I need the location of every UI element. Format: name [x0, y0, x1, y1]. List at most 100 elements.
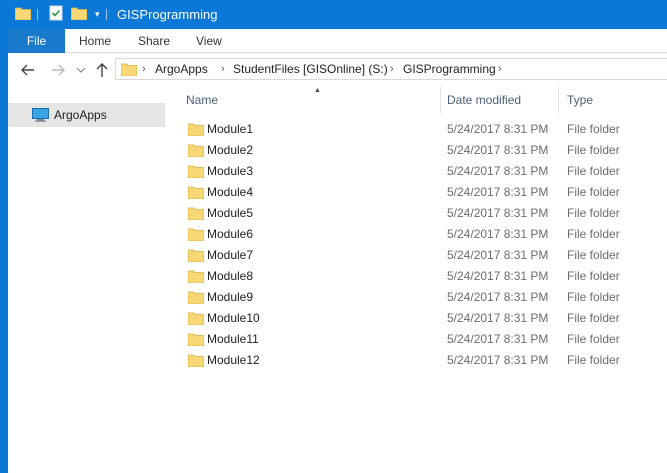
quick-access-separator: [37, 9, 38, 20]
folder-icon: [188, 186, 204, 199]
breadcrumb-chevron-icon[interactable]: ›: [390, 59, 394, 79]
file-date-modified: 5/24/2017 8:31 PM: [447, 248, 549, 262]
file-date-modified: 5/24/2017 8:31 PM: [447, 290, 549, 304]
file-name: Module11: [207, 332, 259, 346]
file-row[interactable]: Module2 5/24/2017 8:31 PM File folder: [167, 140, 667, 161]
folder-icon: [188, 144, 204, 157]
properties-icon[interactable]: [49, 5, 63, 21]
file-date-modified: 5/24/2017 8:31 PM: [447, 185, 549, 199]
breadcrumb-chevron-icon[interactable]: ›: [498, 59, 502, 79]
file-type: File folder: [567, 311, 620, 325]
file-row[interactable]: Module5 5/24/2017 8:31 PM File folder: [167, 203, 667, 224]
file-date-modified: 5/24/2017 8:31 PM: [447, 332, 549, 346]
file-row[interactable]: Module9 5/24/2017 8:31 PM File folder: [167, 287, 667, 308]
file-type: File folder: [567, 332, 620, 346]
column-divider[interactable]: [440, 87, 441, 113]
navigation-bar: › ArgoApps › StudentFiles [GISOnline] (S…: [8, 53, 667, 87]
sort-ascending-icon: ▲: [314, 87, 321, 94]
nav-item-argoapps[interactable]: ArgoApps: [8, 103, 165, 127]
file-row[interactable]: Module11 5/24/2017 8:31 PM File folder: [167, 329, 667, 350]
file-type: File folder: [567, 248, 620, 262]
tab-file[interactable]: File: [8, 29, 65, 53]
folder-icon: [188, 249, 204, 262]
column-divider[interactable]: [558, 87, 559, 113]
file-name: Module3: [207, 164, 254, 178]
folder-icon: [121, 63, 137, 76]
file-name: Module8: [207, 269, 254, 283]
file-type: File folder: [567, 353, 620, 367]
explorer-window: ▾ GISProgramming File Home Share View › …: [8, 0, 667, 473]
folder-icon: [188, 291, 204, 304]
file-list: ▲ Name Date modified Type Module1 5/24/20…: [167, 87, 667, 473]
file-name: Module1: [207, 122, 254, 136]
folder-icon: [188, 123, 204, 136]
breadcrumb-item-studentfiles[interactable]: StudentFiles [GISOnline] (S:): [233, 59, 388, 79]
desktop-edge: [0, 0, 8, 473]
file-row[interactable]: Module8 5/24/2017 8:31 PM File folder: [167, 266, 667, 287]
file-rows: Module1 5/24/2017 8:31 PM File folder Modul…: [167, 119, 667, 371]
column-header-date-modified[interactable]: Date modified: [447, 87, 521, 113]
file-date-modified: 5/24/2017 8:31 PM: [447, 164, 549, 178]
file-date-modified: 5/24/2017 8:31 PM: [447, 143, 549, 157]
file-name: Module12: [207, 353, 260, 367]
file-type: File folder: [567, 122, 620, 136]
nav-item-label: ArgoApps: [54, 108, 107, 122]
file-name: Module7: [207, 248, 254, 262]
file-type: File folder: [567, 290, 620, 304]
column-header-type[interactable]: Type: [567, 87, 593, 113]
tab-home[interactable]: Home: [79, 29, 111, 53]
folder-icon: [188, 207, 204, 220]
column-header-name[interactable]: Name: [186, 87, 218, 113]
file-date-modified: 5/24/2017 8:31 PM: [447, 269, 549, 283]
folder-icon: [188, 312, 204, 325]
file-type: File folder: [567, 227, 620, 241]
folder-icon: [188, 354, 204, 367]
folder-icon[interactable]: [15, 6, 31, 20]
file-date-modified: 5/24/2017 8:31 PM: [447, 353, 549, 367]
up-arrow-icon[interactable]: [92, 60, 112, 80]
address-bar[interactable]: › ArgoApps › StudentFiles [GISOnline] (S…: [115, 58, 667, 80]
file-type: File folder: [567, 164, 620, 178]
window-title: GISProgramming: [117, 7, 218, 22]
breadcrumb-item-argoapps[interactable]: ArgoApps: [155, 59, 208, 79]
file-date-modified: 5/24/2017 8:31 PM: [447, 206, 549, 220]
navigation-pane: ArgoApps: [8, 87, 167, 473]
tab-view[interactable]: View: [196, 29, 222, 53]
file-date-modified: 5/24/2017 8:31 PM: [447, 122, 549, 136]
ribbon-tabs: File Home Share View: [8, 29, 667, 53]
file-name: Module2: [207, 143, 254, 157]
file-type: File folder: [567, 206, 620, 220]
breadcrumb-item-gisprogramming[interactable]: GISProgramming: [403, 59, 496, 79]
file-row[interactable]: Module1 5/24/2017 8:31 PM File folder: [167, 119, 667, 140]
file-name: Module10: [207, 311, 260, 325]
title-bar: ▾ GISProgramming: [8, 0, 667, 29]
recent-locations-chevron-icon[interactable]: [75, 60, 87, 80]
file-type: File folder: [567, 143, 620, 157]
file-type: File folder: [567, 269, 620, 283]
file-name: Module6: [207, 227, 254, 241]
folder-icon: [188, 333, 204, 346]
file-name: Module9: [207, 290, 254, 304]
column-header-row: ▲ Name Date modified Type: [167, 87, 667, 113]
file-name: Module4: [207, 185, 254, 199]
file-row[interactable]: Module6 5/24/2017 8:31 PM File folder: [167, 224, 667, 245]
file-row[interactable]: Module4 5/24/2017 8:31 PM File folder: [167, 182, 667, 203]
file-row[interactable]: Module10 5/24/2017 8:31 PM File folder: [167, 308, 667, 329]
breadcrumb-chevron-icon[interactable]: ›: [221, 59, 225, 79]
file-date-modified: 5/24/2017 8:31 PM: [447, 227, 549, 241]
breadcrumb-chevron-icon[interactable]: ›: [142, 59, 146, 79]
title-separator: [106, 9, 107, 20]
tab-share[interactable]: Share: [138, 29, 170, 53]
file-row[interactable]: Module7 5/24/2017 8:31 PM File folder: [167, 245, 667, 266]
quick-access-dropdown-icon[interactable]: ▾: [95, 9, 100, 19]
file-row[interactable]: Module12 5/24/2017 8:31 PM File folder: [167, 350, 667, 371]
new-folder-icon[interactable]: [71, 6, 87, 20]
back-arrow-icon[interactable]: [18, 60, 38, 80]
file-row[interactable]: Module3 5/24/2017 8:31 PM File folder: [167, 161, 667, 182]
folder-icon: [188, 270, 204, 283]
file-name: Module5: [207, 206, 254, 220]
folder-icon: [188, 228, 204, 241]
forward-arrow-icon[interactable]: [48, 60, 68, 80]
folder-icon: [188, 165, 204, 178]
file-date-modified: 5/24/2017 8:31 PM: [447, 311, 549, 325]
